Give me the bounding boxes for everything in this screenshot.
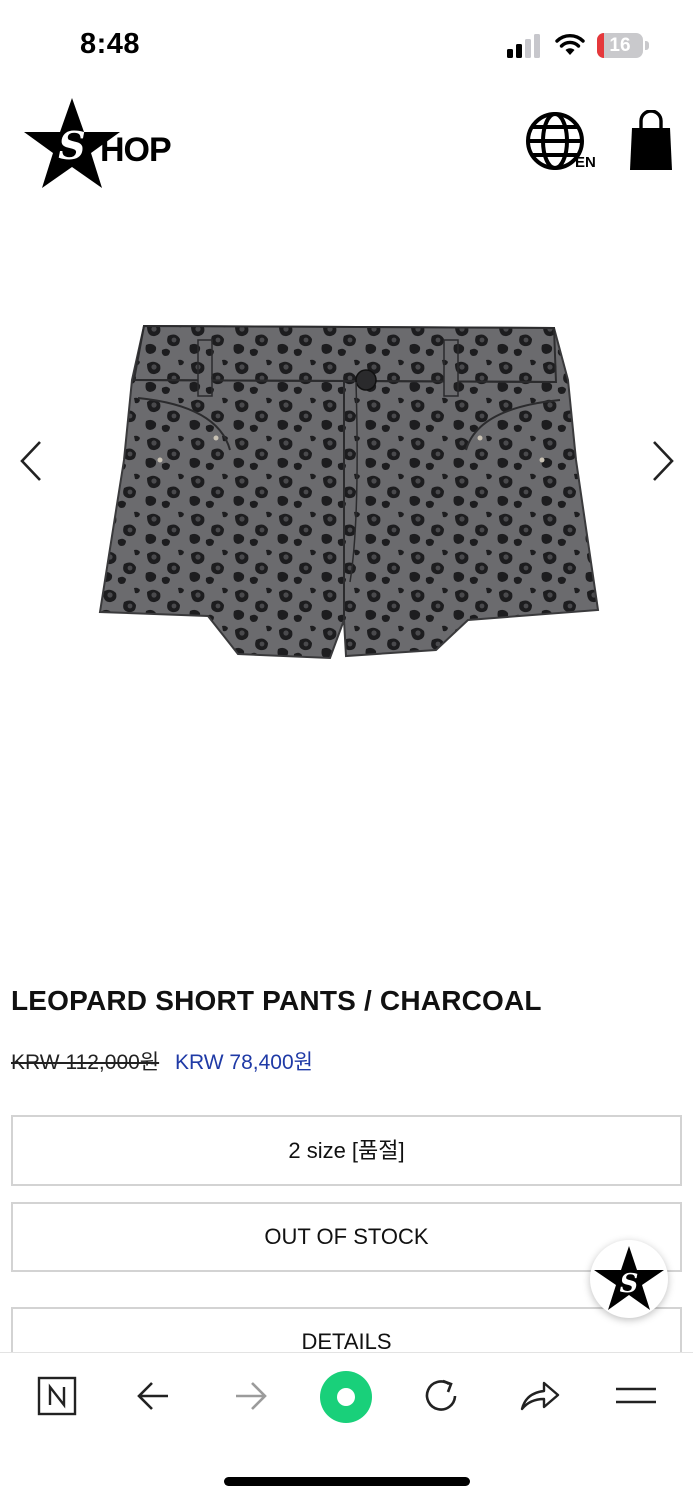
price-row: KRW 112,000원 KRW 78,400원 [11, 1046, 313, 1076]
original-price: KRW 112,000원 [11, 1051, 160, 1074]
size-select[interactable]: 2 size [품절] [11, 1115, 682, 1186]
prev-image-arrow-icon[interactable] [16, 438, 46, 484]
home-indicator [224, 1477, 470, 1486]
next-image-arrow-icon[interactable] [648, 438, 678, 484]
menu-icon[interactable] [606, 1371, 666, 1421]
shop-logo[interactable]: S HOP [22, 96, 182, 192]
star-badge-icon: S [594, 1246, 664, 1310]
logo-text: HOP [100, 131, 172, 169]
product-gallery [0, 200, 693, 960]
language-label: EN [575, 154, 596, 171]
language-button[interactable]: EN [524, 110, 602, 176]
logo-letter: S [58, 123, 86, 168]
out-of-stock-button[interactable]: OUT OF STOCK [11, 1202, 682, 1272]
browser-toolbar [0, 1352, 693, 1500]
battery-indicator: 16 [597, 33, 649, 58]
reload-icon[interactable] [411, 1371, 471, 1421]
battery-percent: 16 [609, 35, 631, 56]
status-bar: 8:48 16 [0, 0, 693, 90]
sale-price: KRW 78,400원 [174, 1051, 313, 1074]
wifi-icon [555, 34, 585, 55]
cellular-signal-icon [507, 34, 540, 58]
share-icon[interactable] [508, 1371, 568, 1421]
site-header: S HOP EN [0, 90, 693, 200]
svg-text:S: S [620, 1269, 639, 1299]
back-arrow-icon[interactable] [124, 1371, 184, 1421]
green-dot-icon[interactable] [316, 1367, 376, 1427]
shopping-bag-icon [630, 109, 672, 170]
product-title: LEOPARD SHORT PANTS / CHARCOAL [11, 985, 542, 1016]
cart-button[interactable] [628, 109, 674, 172]
battery-cap [645, 41, 649, 50]
status-time: 8:48 [80, 28, 141, 60]
battery-icon: 16 [597, 33, 643, 58]
naver-n-icon[interactable] [27, 1371, 87, 1421]
floating-star-button[interactable]: S [590, 1240, 668, 1318]
forward-arrow-icon[interactable] [220, 1371, 280, 1421]
product-image [98, 324, 600, 660]
